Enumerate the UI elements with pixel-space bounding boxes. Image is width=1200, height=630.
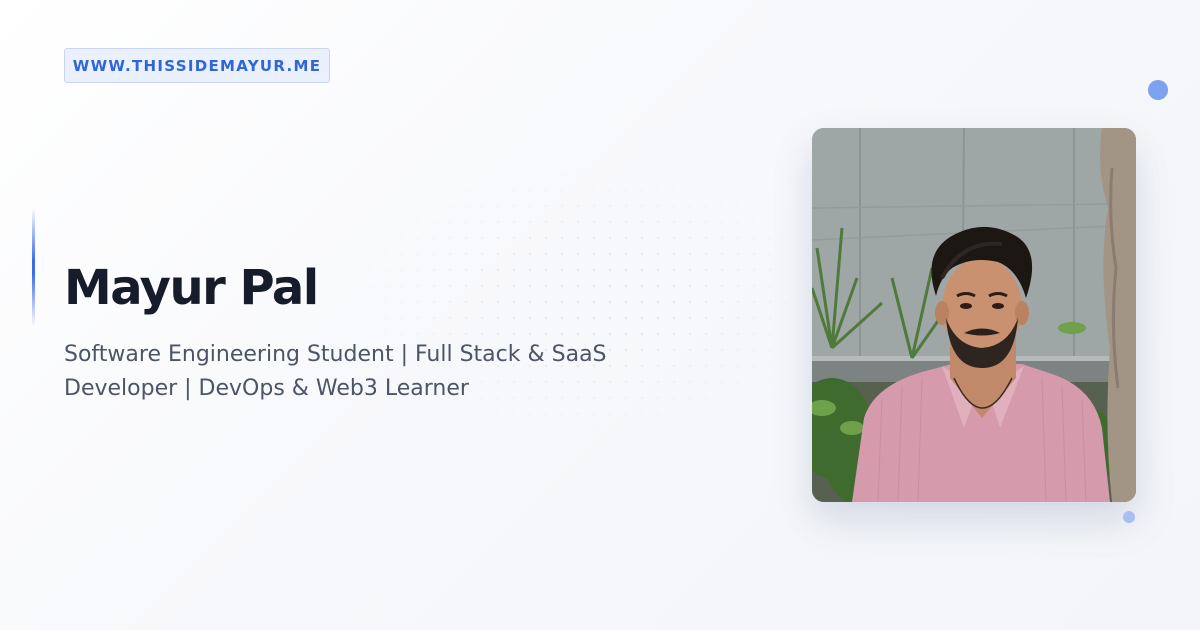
profile-photo-illustration — [812, 128, 1136, 502]
tagline-line-2: Developer | DevOps & Web3 Learner — [64, 376, 469, 401]
website-url-badge[interactable]: WWW.THISSIDEMAYUR.ME — [64, 48, 330, 83]
profile-photo — [812, 128, 1136, 502]
tagline-line-1: Software Engineering Student | Full Stac… — [64, 342, 607, 367]
accent-line — [32, 208, 35, 326]
decorative-dot-bottom — [1123, 511, 1135, 523]
profile-name: Mayur Pal — [64, 260, 319, 316]
profile-tagline: Software Engineering Student | Full Stac… — [64, 338, 664, 406]
decorative-dot-top — [1148, 80, 1168, 100]
